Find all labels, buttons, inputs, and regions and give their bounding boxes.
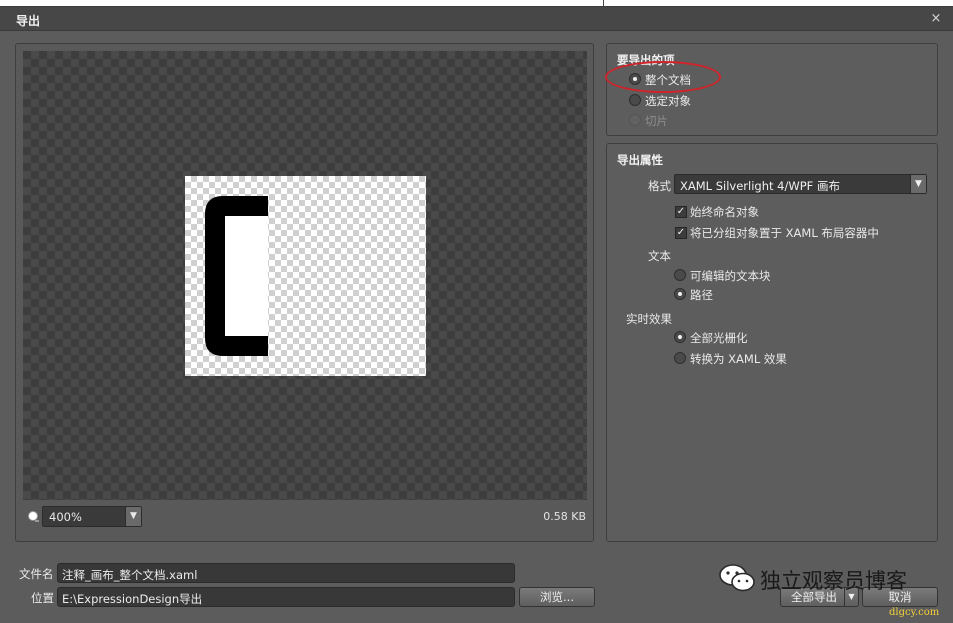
watermark-url: dlgcy.com: [889, 607, 940, 618]
watermark-text: 独立观察员博客: [760, 569, 907, 593]
checkbox-always-name-objects-label[interactable]: 始终命名对象: [690, 204, 759, 220]
location-field[interactable]: E:\ExpressionDesign导出: [57, 587, 515, 607]
preview-panel: 400% ▼ 0.58 KB: [15, 43, 594, 542]
format-label: 格式: [648, 179, 671, 193]
format-value: XAML Silverlight 4/WPF 画布: [680, 179, 840, 193]
zoom-value: 400%: [49, 510, 82, 524]
filename-label: 文件名: [19, 567, 54, 581]
chevron-down-icon[interactable]: ▼: [910, 175, 926, 193]
checkbox-group-layout-container[interactable]: ✓: [675, 227, 687, 239]
radio-convert-xaml-effects-label[interactable]: 转换为 XAML 效果: [690, 351, 787, 367]
format-select[interactable]: XAML Silverlight 4/WPF 画布 ▼: [674, 174, 927, 194]
title-bar: 导出 ×: [0, 7, 953, 31]
radio-slices-label: 切片: [645, 114, 668, 128]
bracket-shape: [205, 196, 268, 356]
radio-editable-text-label[interactable]: 可编辑的文本块: [690, 268, 771, 284]
radio-rasterize-all-label[interactable]: 全部光栅化: [690, 330, 748, 346]
radio-selected-objects[interactable]: [629, 94, 641, 106]
document-artboard: [185, 176, 426, 376]
top-strip: [0, 0, 953, 7]
filename-value: 注释_画布_整个文档.xaml: [62, 568, 198, 582]
text-section-label: 文本: [648, 249, 671, 263]
radio-editable-text[interactable]: [674, 269, 686, 281]
checkbox-group-layout-container-label[interactable]: 将已分组对象置于 XAML 布局容器中: [690, 225, 879, 241]
browse-button[interactable]: 浏览...: [519, 587, 595, 607]
filename-field[interactable]: 注释_画布_整个文档.xaml: [57, 563, 515, 583]
radio-slices: [629, 114, 641, 126]
radio-text-path[interactable]: [674, 288, 686, 300]
chevron-down-icon[interactable]: ▼: [125, 507, 141, 526]
file-size: 0.58 KB: [543, 510, 586, 523]
radio-convert-xaml-effects[interactable]: [674, 352, 686, 364]
radio-text-path-label[interactable]: 路径: [690, 287, 713, 303]
effects-section-label: 实时效果: [626, 312, 672, 326]
zoom-select[interactable]: 400% ▼: [42, 506, 142, 527]
close-icon[interactable]: ×: [927, 10, 945, 28]
zoom-row: 400% ▼ 0.58 KB: [26, 506, 586, 528]
export-properties-group: 导出属性 格式 XAML Silverlight 4/WPF 画布 ▼ ✓ 始终…: [606, 143, 938, 542]
export-dialog: 导出 × 400% ▼ 0.58 KB 要导出的项 整个文档 选定对象 切片 导…: [0, 7, 953, 623]
dialog-title: 导出: [16, 14, 41, 28]
zoom-icon: [28, 511, 39, 522]
radio-selected-objects-label[interactable]: 选定对象: [645, 93, 691, 109]
wechat-icon: [719, 564, 755, 592]
watermark: 独立观察员博客: [718, 563, 928, 593]
window-edge: [603, 0, 604, 7]
checkbox-always-name-objects[interactable]: ✓: [675, 206, 687, 218]
export-properties-title: 导出属性: [617, 153, 663, 167]
annotation-circle: [605, 61, 721, 93]
radio-rasterize-all[interactable]: [674, 331, 686, 343]
location-value: E:\ExpressionDesign导出: [62, 592, 203, 606]
location-label: 位置: [31, 591, 54, 605]
preview-canvas[interactable]: [23, 51, 587, 500]
